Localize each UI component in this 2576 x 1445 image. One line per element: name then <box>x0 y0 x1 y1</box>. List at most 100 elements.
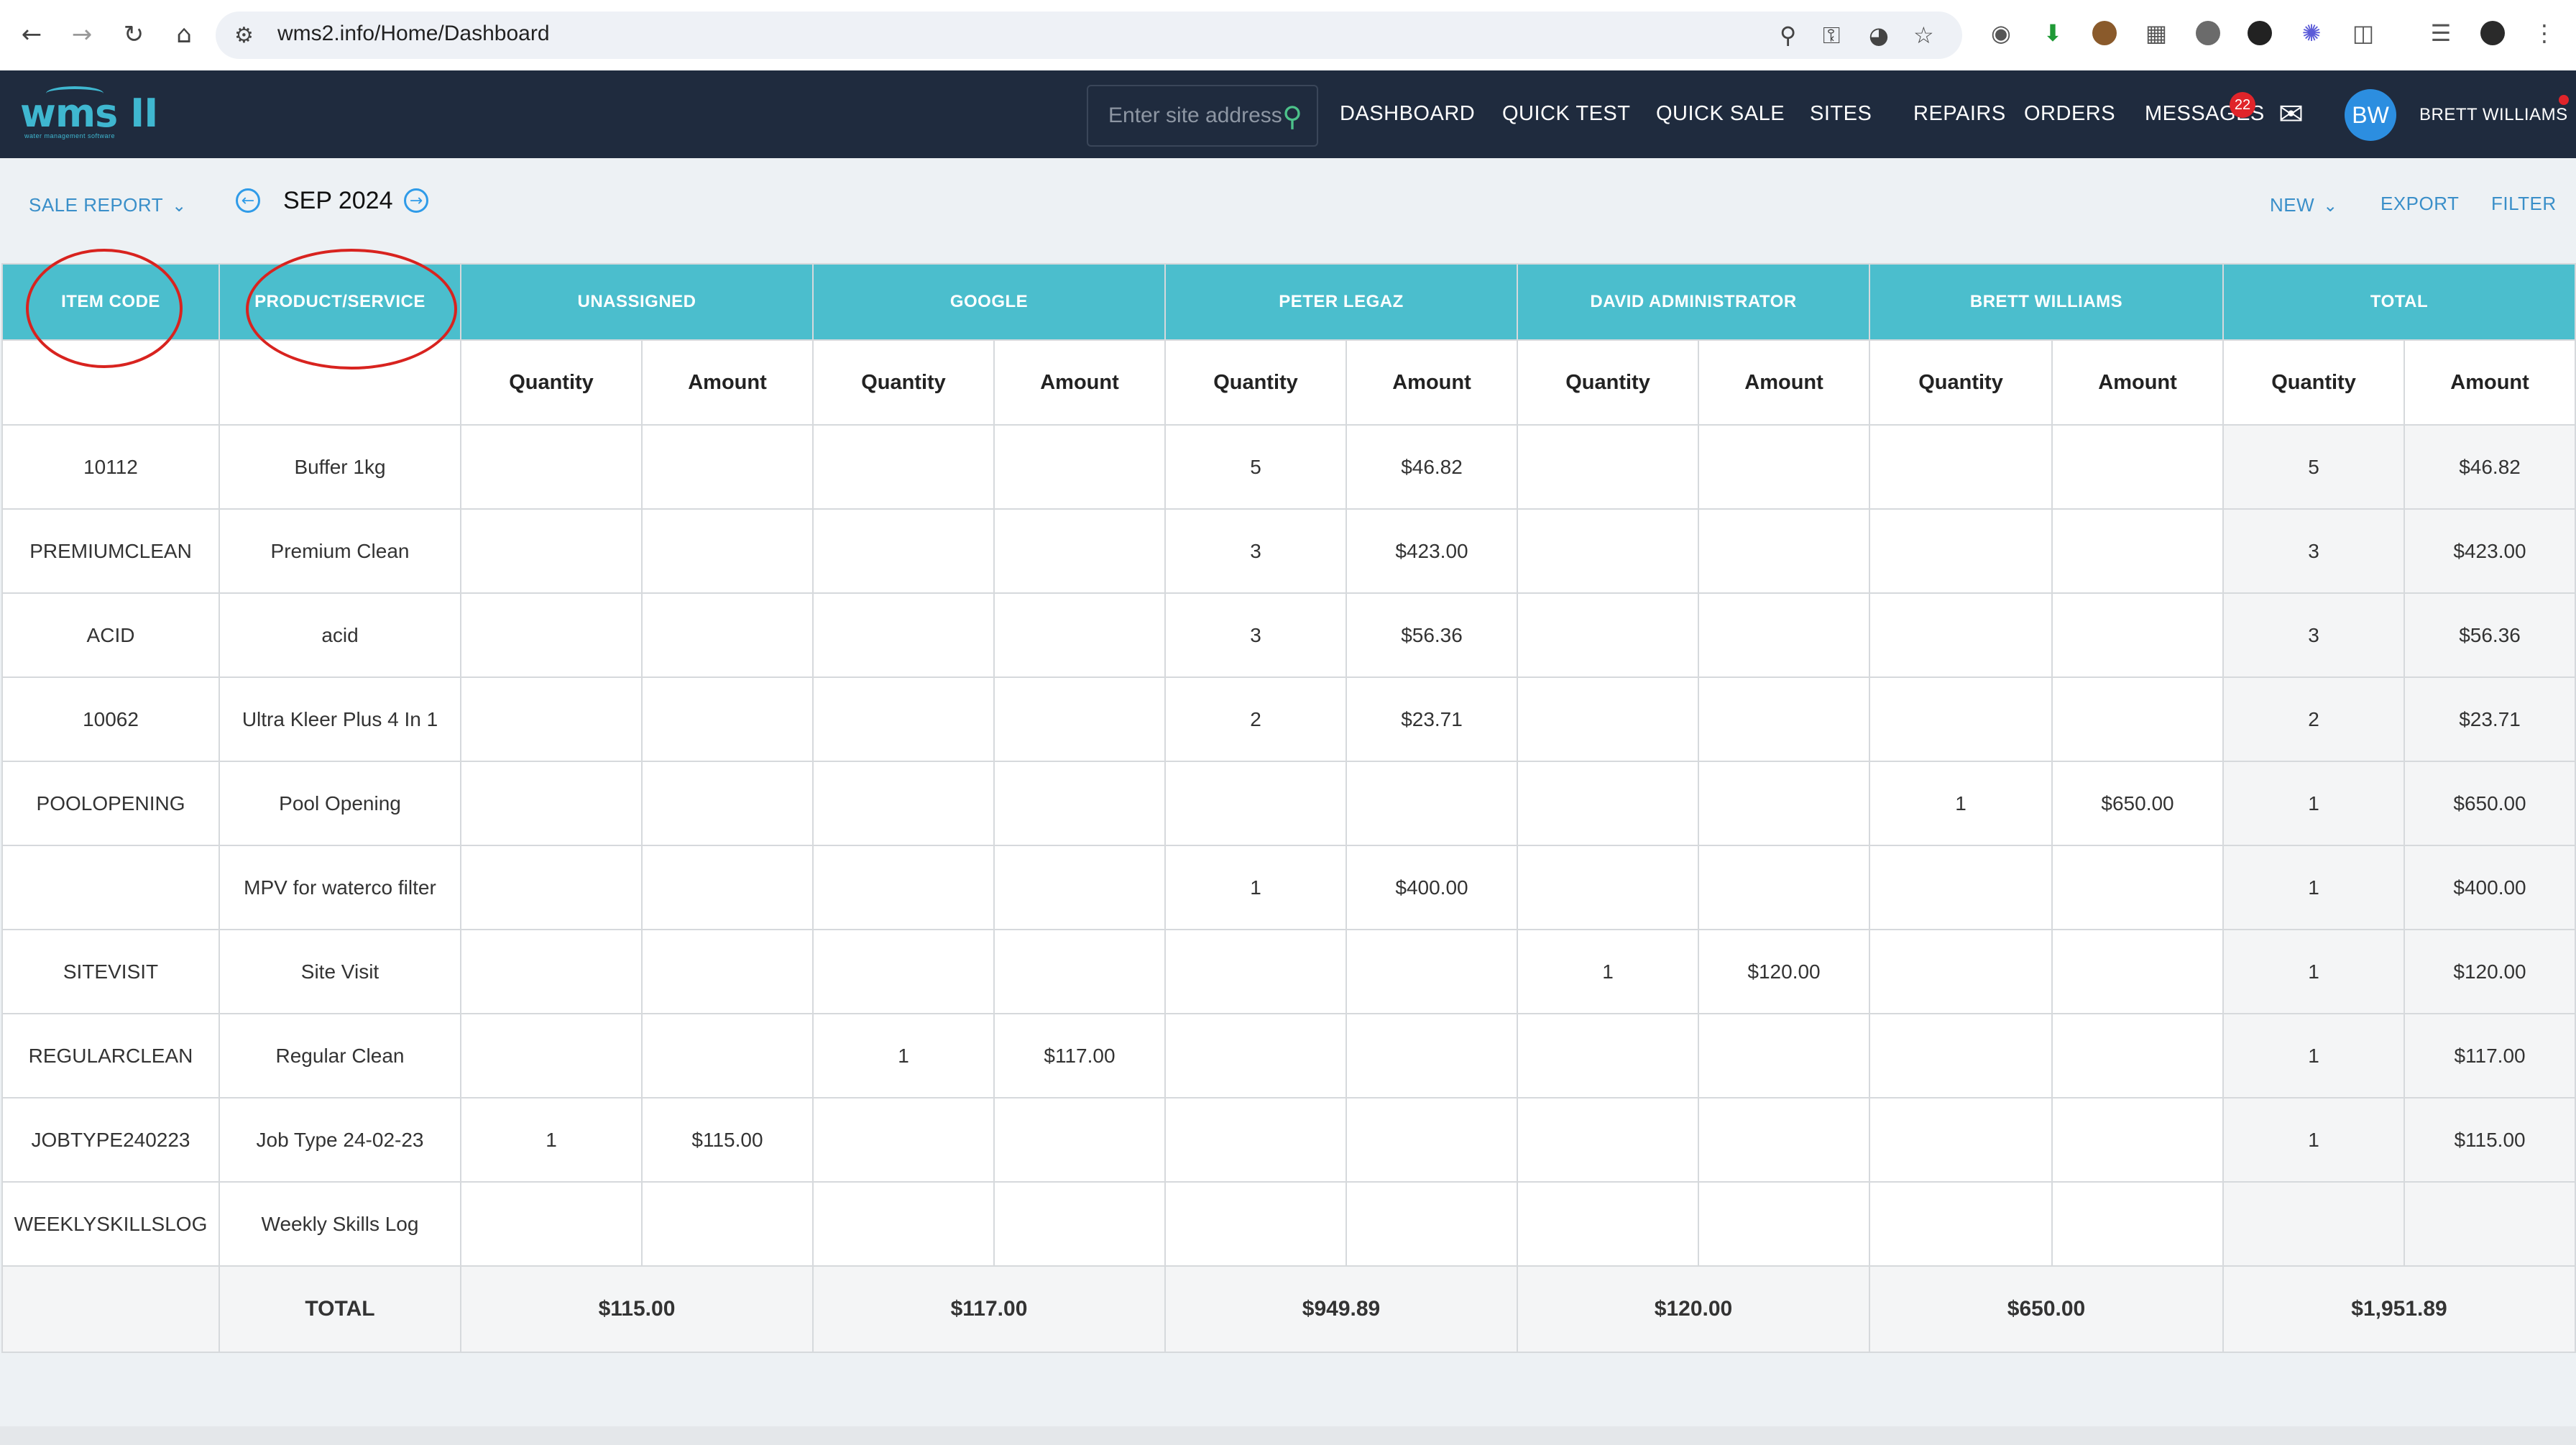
cell-quantity: 1 <box>460 1097 643 1183</box>
search-icon[interactable]: ⚲ <box>1282 101 1302 132</box>
forward-icon[interactable]: → <box>63 16 101 53</box>
cell-quantity: 1 <box>2222 929 2406 1014</box>
cell-amount: $23.71 <box>1345 676 1519 762</box>
cell-item-code <box>1 845 220 930</box>
table-row[interactable]: 10112 Buffer 1kg 5 $46.82 5 $46.82 <box>1 424 2576 510</box>
cell-amount: $117.00 <box>993 1013 1166 1098</box>
cell-quantity <box>460 929 643 1014</box>
header-group: PETER LEGAZ <box>1164 263 1519 341</box>
menu-kebab-icon[interactable]: ⋮ <box>2530 19 2559 47</box>
nav-sites[interactable]: SITES <box>1810 102 1872 126</box>
camera-extension-icon[interactable]: ◉ <box>1987 19 2015 47</box>
cell-amount: $650.00 <box>2051 761 2225 846</box>
compass-extension-icon[interactable] <box>2245 19 2274 47</box>
avatar[interactable]: BW <box>2345 89 2396 141</box>
cell-amount: $400.00 <box>1345 845 1519 930</box>
back-icon[interactable]: ← <box>13 16 50 53</box>
cell-quantity <box>1869 676 2053 762</box>
nav-quick-sale[interactable]: QUICK SALE <box>1656 102 1785 126</box>
cell-quantity <box>1869 845 2053 930</box>
cell-product: Ultra Kleer Plus 4 In 1 <box>218 676 461 762</box>
report-selector[interactable]: SALE REPORT ⌄ <box>29 194 187 216</box>
total-unassigned: $115.00 <box>460 1265 814 1353</box>
header-product[interactable]: PRODUCT/SERVICE <box>218 263 461 341</box>
bookmark-star-icon[interactable]: ☆ <box>1913 22 1934 49</box>
cell-quantity <box>1869 424 2053 510</box>
extensions-puzzle-icon[interactable]: ◫ <box>2349 19 2378 47</box>
cell-amount <box>641 761 814 846</box>
cell-amount <box>2051 1181 2225 1267</box>
nav-quick-test[interactable]: QUICK TEST <box>1502 102 1631 126</box>
cell-amount <box>641 1181 814 1267</box>
reading-list-icon[interactable]: ☰ <box>2426 19 2455 47</box>
table-row[interactable]: REGULARCLEAN Regular Clean 1 $117.00 1 $117.0… <box>1 1013 2576 1098</box>
performance-icon[interactable]: ◕ <box>1869 22 1889 49</box>
wordpress-extension-icon[interactable] <box>2194 19 2222 47</box>
cell-amount <box>1698 845 1871 930</box>
cell-quantity <box>812 592 995 678</box>
cell-amount: $400.00 <box>2404 845 2576 930</box>
site-search-input[interactable] <box>1088 86 1289 145</box>
location-icon[interactable]: ⚲ <box>1780 22 1796 49</box>
cell-quantity <box>1517 1181 1700 1267</box>
cell-amount <box>2051 676 2225 762</box>
table-row[interactable]: PREMIUMCLEAN Premium Clean 3 $423.00 3 $423.0… <box>1 508 2576 594</box>
export-button[interactable]: EXPORT <box>2380 193 2459 215</box>
nav-orders[interactable]: ORDERS <box>2024 102 2115 126</box>
sales-report-table: ITEM CODE PRODUCT/SERVICE UNASSIGNED GOO… <box>1 263 2576 1353</box>
address-bar[interactable]: ⚙ wms2.info/Home/Dashboard ⚲ ⚿ ◕ ☆ <box>216 12 1962 59</box>
download-extension-icon[interactable]: ⬇ <box>2038 19 2067 47</box>
profile-icon[interactable] <box>2478 19 2507 47</box>
subheader-amount: Amount <box>2051 339 2225 426</box>
user-name[interactable]: BRETT WILLIAMS <box>2419 105 2568 125</box>
new-button[interactable]: NEW ⌄ <box>2270 194 2338 216</box>
new-button-label: NEW <box>2270 194 2315 216</box>
url-text: wms2.info/Home/Dashboard <box>277 22 550 45</box>
cell-quantity <box>1869 592 2053 678</box>
cell-amount <box>993 929 1166 1014</box>
nav-repairs[interactable]: REPAIRS <box>1913 102 2006 126</box>
cell-quantity: 5 <box>2222 424 2406 510</box>
cell-product: Site Visit <box>218 929 461 1014</box>
table-row[interactable]: ACID acid 3 $56.36 3 $56.36 <box>1 592 2576 678</box>
home-icon[interactable]: ⌂ <box>165 16 203 53</box>
subheader-quantity: Quantity <box>1869 339 2053 426</box>
cell-quantity <box>812 761 995 846</box>
cell-amount <box>1698 1013 1871 1098</box>
table-row[interactable]: 10062 Ultra Kleer Plus 4 In 1 2 $23.71 2 $23.… <box>1 676 2576 762</box>
cell-product: Premium Clean <box>218 508 461 594</box>
cell-quantity <box>460 592 643 678</box>
prev-month-icon[interactable]: ← <box>236 188 260 213</box>
cell-amount: $23.71 <box>2404 676 2576 762</box>
table-row[interactable]: POOLOPENING Pool Opening 1 $650.00 1 $650.00 <box>1 761 2576 846</box>
cell-item-code: POOLOPENING <box>1 761 220 846</box>
header-item-code[interactable]: ITEM CODE <box>1 263 220 341</box>
key-icon[interactable]: ⚿ <box>1823 22 1840 50</box>
total-label: TOTAL <box>218 1265 461 1353</box>
grid-extension-icon[interactable]: ▦ <box>2142 19 2171 47</box>
filter-button[interactable]: FILTER <box>2491 193 2557 215</box>
header-group: GOOGLE <box>812 263 1166 341</box>
cell-amount: $115.00 <box>641 1097 814 1183</box>
nav-dashboard[interactable]: DASHBOARD <box>1340 102 1475 126</box>
cell-item-code: REGULARCLEAN <box>1 1013 220 1098</box>
reload-icon[interactable]: ↻ <box>115 16 152 53</box>
cell-product: MPV for waterco filter <box>218 845 461 930</box>
subheader-blank <box>1 339 220 426</box>
site-info-icon[interactable]: ⚙ <box>234 23 254 48</box>
chat-icon[interactable]: ✉ <box>2278 96 2304 132</box>
month-label: SEP 2024 <box>283 187 393 214</box>
cell-product: Pool Opening <box>218 761 461 846</box>
table-row[interactable]: JOBTYPE240223 Job Type 24-02-23 1 $115.00 1 $… <box>1 1097 2576 1183</box>
table-row[interactable]: SITEVISIT Site Visit 1 $120.00 1 $120.00 <box>1 929 2576 1014</box>
cell-amount: $120.00 <box>1698 929 1871 1014</box>
sparkle-extension-icon[interactable]: ✺ <box>2297 19 2326 47</box>
cell-amount: $46.82 <box>1345 424 1519 510</box>
table-row[interactable]: WEEKLYSKILLSLOG Weekly Skills Log <box>1 1181 2576 1267</box>
cell-quantity <box>812 1181 995 1267</box>
logo[interactable]: wms II <box>20 91 158 136</box>
cell-item-code: ACID <box>1 592 220 678</box>
table-row[interactable]: MPV for waterco filter 1 $400.00 1 $400.00 <box>1 845 2576 930</box>
next-month-icon[interactable]: → <box>404 188 428 213</box>
cookie-extension-icon[interactable] <box>2090 19 2119 47</box>
